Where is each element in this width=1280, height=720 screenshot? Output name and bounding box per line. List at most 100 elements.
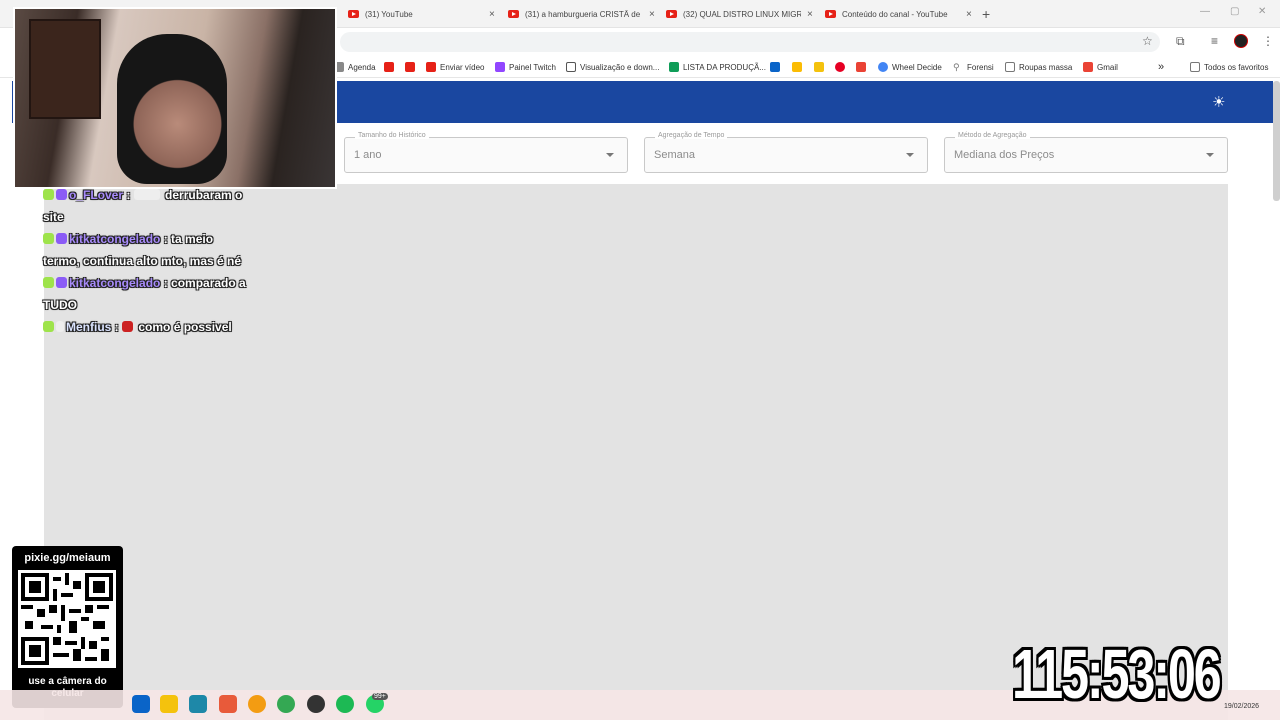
tab-distro-linux[interactable]: (32) QUAL DISTRO LINUX MIGR × <box>666 4 816 24</box>
media-controls-icon[interactable]: ≡ <box>1211 34 1218 48</box>
omnibox[interactable] <box>340 32 1160 52</box>
avatar[interactable] <box>1234 34 1248 48</box>
badge-icon <box>56 277 67 288</box>
close-tab-icon[interactable]: × <box>966 9 972 20</box>
chrome-icon[interactable] <box>277 695 295 713</box>
bookmark-lista-producao[interactable]: LISTA DA PRODUÇÃ... <box>669 60 766 74</box>
more-menu-icon[interactable]: ⋮ <box>1262 34 1274 48</box>
bookmark-star-icon[interactable]: ☆ <box>1142 34 1153 48</box>
page-scrollbar[interactable] <box>1273 81 1280 201</box>
taskbar-date: 19/02/2026 <box>1224 703 1260 710</box>
select-value: Mediana dos Preços <box>954 149 1055 161</box>
bookmark-agenda[interactable]: Agenda <box>334 60 376 74</box>
badge-icon <box>56 233 67 244</box>
streaming-app-icon[interactable] <box>219 695 237 713</box>
chat-text: termo, continua alto mto, mas é né <box>43 254 242 268</box>
outlook-icon <box>770 62 780 72</box>
chat-message: kitkatcongelado : ta meio <box>43 231 213 247</box>
qr-url: pixie.gg/meiaum <box>24 552 111 564</box>
cloud-app-icon[interactable] <box>248 695 266 713</box>
bookmark-roupas-massa[interactable]: Roupas massa <box>1005 60 1072 74</box>
bookmark-label: Enviar vídeo <box>440 62 485 72</box>
bookmark-forensi[interactable]: ⚲ Forensi <box>953 60 994 74</box>
maximize-icon[interactable]: ▢ <box>1230 6 1239 17</box>
bookmark-pinterest[interactable] <box>835 60 849 74</box>
badge-icon <box>43 189 54 200</box>
youtube-icon <box>405 62 415 72</box>
new-tab-button[interactable]: + <box>982 6 990 22</box>
bookmark-painel-twitch[interactable]: Painel Twitch <box>495 60 556 74</box>
notification-badge: 99+ <box>372 693 388 700</box>
app-taskbar-icon[interactable] <box>189 695 207 713</box>
extensions-icon[interactable]: ⧉ <box>1176 34 1185 49</box>
close-tab-icon[interactable]: × <box>807 9 813 20</box>
bookmark-label: Wheel Decide <box>892 62 942 72</box>
select-label: Tamanho do Histórico <box>355 132 429 139</box>
aggregation-method-select[interactable]: Método de Agregação Mediana dos Preços <box>944 132 1228 173</box>
tab-title: (31) a hamburgueria CRISTÃ de <box>525 9 641 19</box>
select-label: Agregação de Tempo <box>655 132 728 139</box>
minimize-icon[interactable]: — <box>1200 6 1210 17</box>
youtube-icon <box>384 62 394 72</box>
close-tab-icon[interactable]: × <box>649 9 655 20</box>
bookmark-drive[interactable] <box>792 60 806 74</box>
youtube-icon <box>348 10 359 18</box>
bookmark-label: Painel Twitch <box>509 62 556 72</box>
youtube-icon <box>666 10 677 18</box>
dropdown-arrow-icon <box>906 153 914 157</box>
file-explorer-icon[interactable] <box>160 695 178 713</box>
streamer-figure <box>117 34 227 184</box>
folder-icon <box>1005 62 1015 72</box>
chat-colon: : <box>160 276 172 290</box>
emote-icon <box>122 321 134 332</box>
history-size-select[interactable]: Tamanho do Histórico 1 ano <box>344 132 628 173</box>
bookmark-label: Visualização e down... <box>580 62 660 72</box>
outlook-taskbar-icon[interactable] <box>132 695 150 713</box>
select-value: Semana <box>654 149 695 161</box>
bookmark-keep[interactable] <box>814 60 828 74</box>
bookmark-youtube-2[interactable] <box>405 60 419 74</box>
bookmark-outlook[interactable] <box>770 60 784 74</box>
bookmark-label: Forensi <box>967 62 994 72</box>
bookmark-label: LISTA DA PRODUÇÃ... <box>683 62 766 72</box>
bookmark-enviar-video[interactable]: Enviar vídeo <box>426 60 484 74</box>
badge-icon <box>56 321 64 332</box>
bookmark-youtube-1[interactable] <box>384 60 398 74</box>
obs-icon[interactable] <box>307 695 325 713</box>
tab-conteudo-canal[interactable]: Conteúdo do canal - YouTube × <box>825 4 975 24</box>
chat-username: kitkatcongelado <box>69 232 161 246</box>
tab-title: Conteúdo do canal - YouTube <box>842 9 948 19</box>
chat-message: Menfius : como é possivel <box>43 319 232 335</box>
youtube-icon <box>825 10 836 18</box>
bookmark-gmail[interactable]: Gmail <box>1083 60 1118 74</box>
webcam-overlay <box>13 7 337 189</box>
stream-timer: 115:53:06 <box>1012 635 1222 713</box>
bookmark-wheel-decide[interactable]: Wheel Decide <box>878 60 942 74</box>
dropdown-arrow-icon <box>1206 153 1214 157</box>
chat-text: derrubaram o <box>165 188 243 202</box>
tab-hamburgueria[interactable]: (31) a hamburgueria CRISTÃ de × <box>508 4 658 24</box>
emote-icon <box>133 189 160 200</box>
gmail-icon <box>1083 62 1093 72</box>
bookmark-gmail-short[interactable] <box>856 60 870 74</box>
youtube-icon <box>508 10 519 18</box>
chat-username: Menfius <box>66 320 112 334</box>
chat-message: o_FLover : derrubaram o <box>43 187 242 203</box>
time-aggregation-select[interactable]: Agregação de Tempo Semana <box>644 132 928 173</box>
bookmark-visualizacao[interactable]: Visualização e down... <box>566 60 659 74</box>
doc-icon <box>566 62 576 72</box>
drive-icon <box>792 62 802 72</box>
chat-message: kitkatcongelado : comparado a <box>43 275 246 291</box>
folder-icon <box>1190 62 1200 72</box>
chat-colon: : <box>160 232 172 246</box>
bookmark-todos-favoritos[interactable]: Todos os favoritos <box>1190 60 1268 74</box>
theme-toggle-sun-icon[interactable]: ☀ <box>1212 93 1225 111</box>
select-label: Método de Agregação <box>955 132 1030 139</box>
close-tab-icon[interactable]: × <box>489 9 495 20</box>
chat-text: comparado a <box>171 276 246 290</box>
chat-text: ta meio <box>171 232 214 246</box>
tab-youtube[interactable]: (31) YouTube × <box>348 4 498 24</box>
close-window-icon[interactable]: ✕ <box>1258 6 1266 17</box>
bookmarks-overflow-chevron-icon[interactable]: » <box>1158 60 1164 74</box>
spotify-icon[interactable] <box>336 695 354 713</box>
